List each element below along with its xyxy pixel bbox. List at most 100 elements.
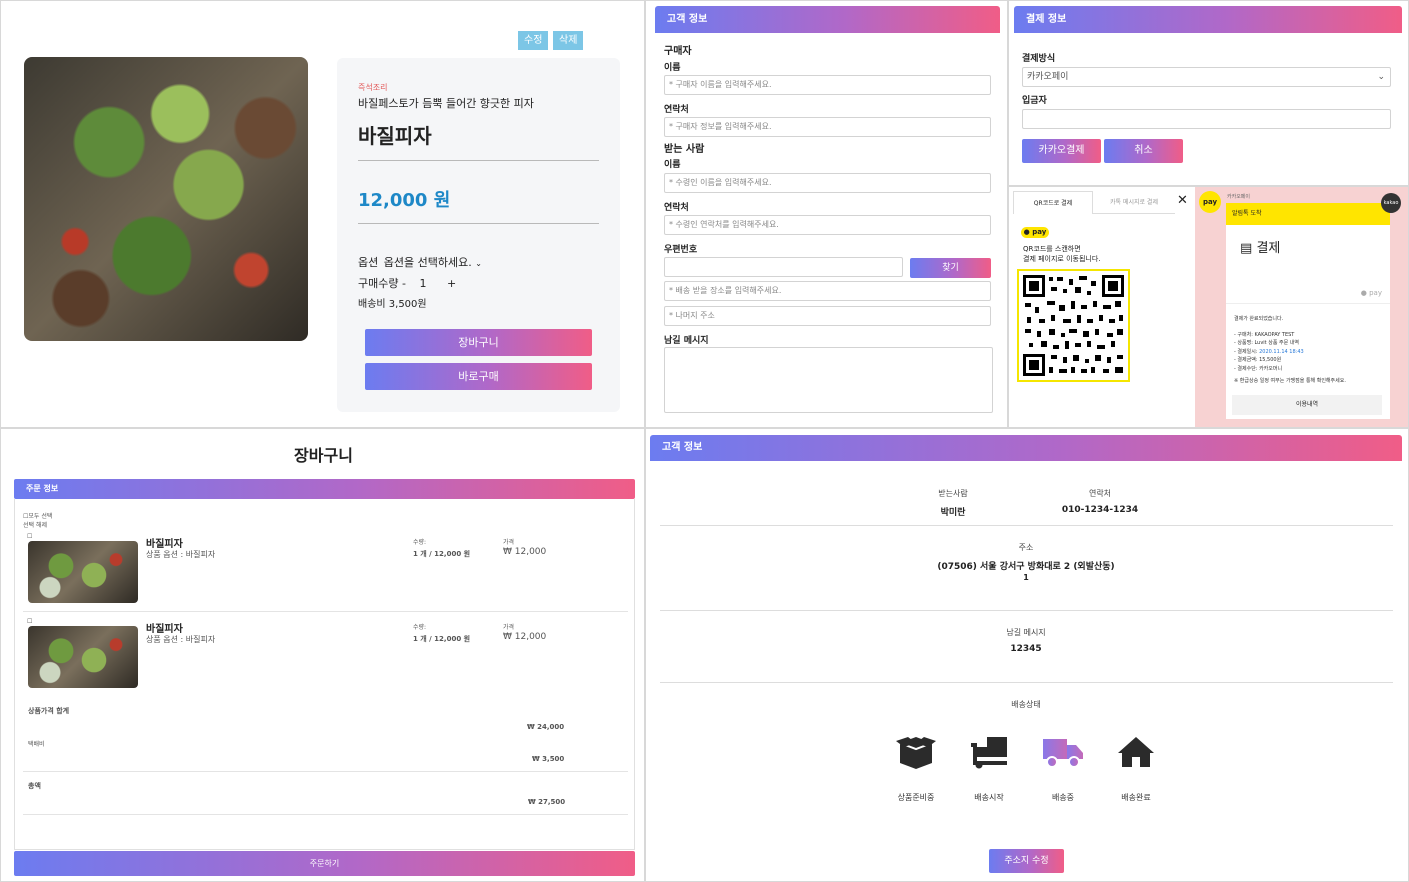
select-all-checkbox[interactable]: ☐모두 선택 — [23, 511, 52, 520]
cancel-button[interactable]: 취소 — [1104, 139, 1183, 163]
message-card: ▤ 결제 ● pay 결제가 완료되었습니다. - 구매처: KAKAOPAY … — [1226, 225, 1390, 419]
message-textarea[interactable] — [664, 347, 993, 413]
delete-button[interactable]: 삭제 — [553, 31, 584, 50]
product-detail-panel: 수정 삭제 즉석조리 바질페스토가 듬뿍 들어간 향긋한 피자 바질피자 12,… — [0, 0, 645, 428]
kakao-logo: kakao — [1381, 193, 1401, 213]
divider — [23, 771, 628, 772]
close-icon[interactable]: ✕ — [1177, 193, 1188, 208]
receiver-label: 받는사람 — [938, 489, 968, 498]
message-value: 12345 — [1010, 644, 1042, 654]
quantity-minus-button[interactable]: - — [402, 277, 406, 290]
payment-method-select[interactable]: 카카오페이 ⌄ — [1022, 67, 1391, 87]
payment-info-header: 결제 정보 — [1014, 6, 1402, 33]
chevron-down-icon: ⌄ — [1377, 72, 1385, 82]
buyer-section-title: 구매자 — [664, 46, 692, 57]
message-label: 남길 메시지 — [664, 336, 709, 346]
option-select[interactable]: 옵션을 선택하세요. ⌄ — [384, 256, 482, 269]
kakao-pay-button[interactable]: 카카오결제 — [1022, 139, 1101, 163]
payment-panel: 결제 정보 결제방식 카카오페이 ⌄ 입금자 카카오결제 취소 — [1008, 0, 1409, 186]
divider — [23, 611, 628, 612]
buy-now-button[interactable]: 바로구매 — [365, 363, 592, 390]
scan-text-1: QR코드를 스캔하면 — [1023, 245, 1081, 253]
item-price-label: 가격 — [503, 539, 515, 546]
notice-bar: 알림톡 도착 — [1226, 203, 1390, 225]
status-delivered: 배송완료 — [1121, 793, 1151, 802]
subtotal-label: 상품가격 합계 — [28, 707, 70, 715]
tab-qr[interactable]: QR코드로 결제 — [1013, 191, 1093, 214]
receiver-phone-input[interactable]: * 수령인 연락처를 입력해주세요. — [664, 215, 991, 235]
receiver-value: 박미란 — [940, 508, 966, 518]
dolly-icon — [969, 735, 1009, 769]
customer-info-header: 고객 정보 — [655, 6, 1000, 33]
order-card: ☐모두 선택 선택 해제 ☐ 바질피자 상품 옵션 : 바질피자 수량: 1 개… — [14, 499, 635, 850]
buyer-phone-input[interactable]: * 구매자 정보를 입력해주세요. — [664, 117, 991, 137]
kakao-message-preview: pay 카카오페이 알림톡 도착 kakao ▤ 결제 ● pay 결제가 완료… — [1195, 187, 1408, 427]
item-option: 상품 옵션 : 바질피자 — [146, 550, 216, 559]
cart-title: 장바구니 — [294, 446, 353, 465]
customer-info-header: 고객 정보 — [650, 435, 1402, 461]
buyer-name-input[interactable]: * 구매자 이름을 입력해주세요. — [664, 75, 991, 95]
item-qty-label: 수량: — [413, 624, 427, 631]
customer-form-panel: 고객 정보 구매자 이름 * 구매자 이름을 입력해주세요. 연락처 * 구매자… — [645, 0, 1008, 428]
cart-panel: 장바구니 주문 정보 ☐모두 선택 선택 해제 ☐ 바질피자 상품 옵션 : 바… — [0, 428, 645, 882]
zip-input[interactable] — [664, 257, 903, 277]
product-tag: 즉석조리 — [358, 83, 388, 92]
shipping-label: 택배비 — [28, 741, 45, 748]
kakao-pay-panel: QR코드로 결제 카톡 메시지로 결제 ✕ ● pay QR코드를 스캔하면 결… — [1008, 186, 1409, 428]
phone-label: 연락처 — [1088, 489, 1112, 498]
buyer-name-label: 이름 — [664, 63, 681, 73]
product-info-box: 즉석조리 바질페스토가 듬뿍 들어간 향긋한 피자 바질피자 12,000 원 … — [337, 58, 620, 412]
total-label: 총액 — [28, 782, 41, 790]
item-qty: 1 개 / 12,000 원 — [413, 635, 471, 643]
status-in-transit: 배송중 — [1051, 793, 1075, 802]
shipping-value: ₩ 3,500 — [532, 755, 565, 763]
order-button[interactable]: 주문하기 — [14, 851, 635, 876]
payment-details: 결제가 완료되었습니다. - 구매처: KAKAOPAY TEST - 상품명:… — [1234, 316, 1346, 384]
kakao-pay-badge: ● pay — [1021, 227, 1049, 238]
divider — [660, 682, 1393, 683]
item-checkbox[interactable]: ☐ — [27, 533, 32, 540]
product-price: 12,000 원 — [358, 190, 451, 211]
option-label: 옵션 — [358, 256, 379, 269]
depositor-input[interactable] — [1022, 109, 1391, 129]
edit-button[interactable]: 수정 — [518, 31, 549, 50]
address-input[interactable]: * 배송 받을 장소를 입력해주세요. — [664, 281, 991, 301]
tab-message[interactable]: 카톡 메시지로 결제 — [1093, 191, 1175, 214]
receiver-name-label: 이름 — [664, 160, 681, 170]
status-label: 배송상태 — [1011, 700, 1041, 709]
product-subtitle: 바질페스토가 듬뿍 들어간 향긋한 피자 — [358, 97, 534, 110]
depositor-label: 입금자 — [1022, 96, 1047, 106]
item-name: 바질피자 — [146, 539, 183, 550]
history-button[interactable]: 이용내역 — [1232, 395, 1382, 415]
item-thumbnail — [28, 626, 138, 688]
address-value: (07506) 서울 강서구 방화대로 2 (외발산동) — [937, 562, 1115, 572]
item-price: ₩ 12,000 — [503, 632, 547, 642]
quantity-label: 구매수량 — [358, 277, 399, 290]
item-price: ₩ 12,000 — [503, 547, 547, 557]
divider — [1226, 303, 1390, 304]
zip-label: 우편번호 — [664, 245, 698, 255]
shipping-fee: 배송비 3,500원 — [358, 299, 427, 310]
receiver-name-input[interactable]: * 수령인 이름을 입력해주세요. — [664, 173, 991, 193]
edit-address-button[interactable]: 주소지 수정 — [989, 849, 1064, 873]
chevron-down-icon: ⌄ — [475, 259, 482, 268]
kakao-pay-avatar: pay — [1199, 191, 1221, 213]
phone-value: 010-1234-1234 — [1061, 505, 1139, 515]
item-thumbnail — [28, 541, 138, 603]
payment-method-label: 결제방식 — [1022, 54, 1056, 64]
subtotal-value: ₩ 24,000 — [527, 723, 565, 731]
option-row: 옵션 옵션을 선택하세요. ⌄ — [358, 254, 482, 270]
quantity-input[interactable]: 1 — [409, 277, 443, 290]
home-icon — [1116, 735, 1156, 769]
kakao-qr-section: QR코드로 결제 카톡 메시지로 결제 ✕ ● pay QR코드를 스캔하면 결… — [1009, 187, 1195, 427]
deselect-link[interactable]: 선택 해제 — [23, 520, 47, 529]
quantity-plus-button[interactable]: + — [447, 277, 456, 290]
address-detail-input[interactable]: * 나머지 주소 — [664, 306, 991, 326]
total-value: ₩ 27,500 — [528, 798, 566, 806]
status-shipping-started: 배송시작 — [974, 793, 1004, 802]
quantity-row: 구매수량 - 1 + — [358, 275, 456, 291]
box-icon — [896, 735, 936, 769]
find-zip-button[interactable]: 찾기 — [910, 258, 991, 278]
add-to-cart-button[interactable]: 장바구니 — [365, 329, 592, 356]
item-checkbox[interactable]: ☐ — [27, 618, 32, 625]
